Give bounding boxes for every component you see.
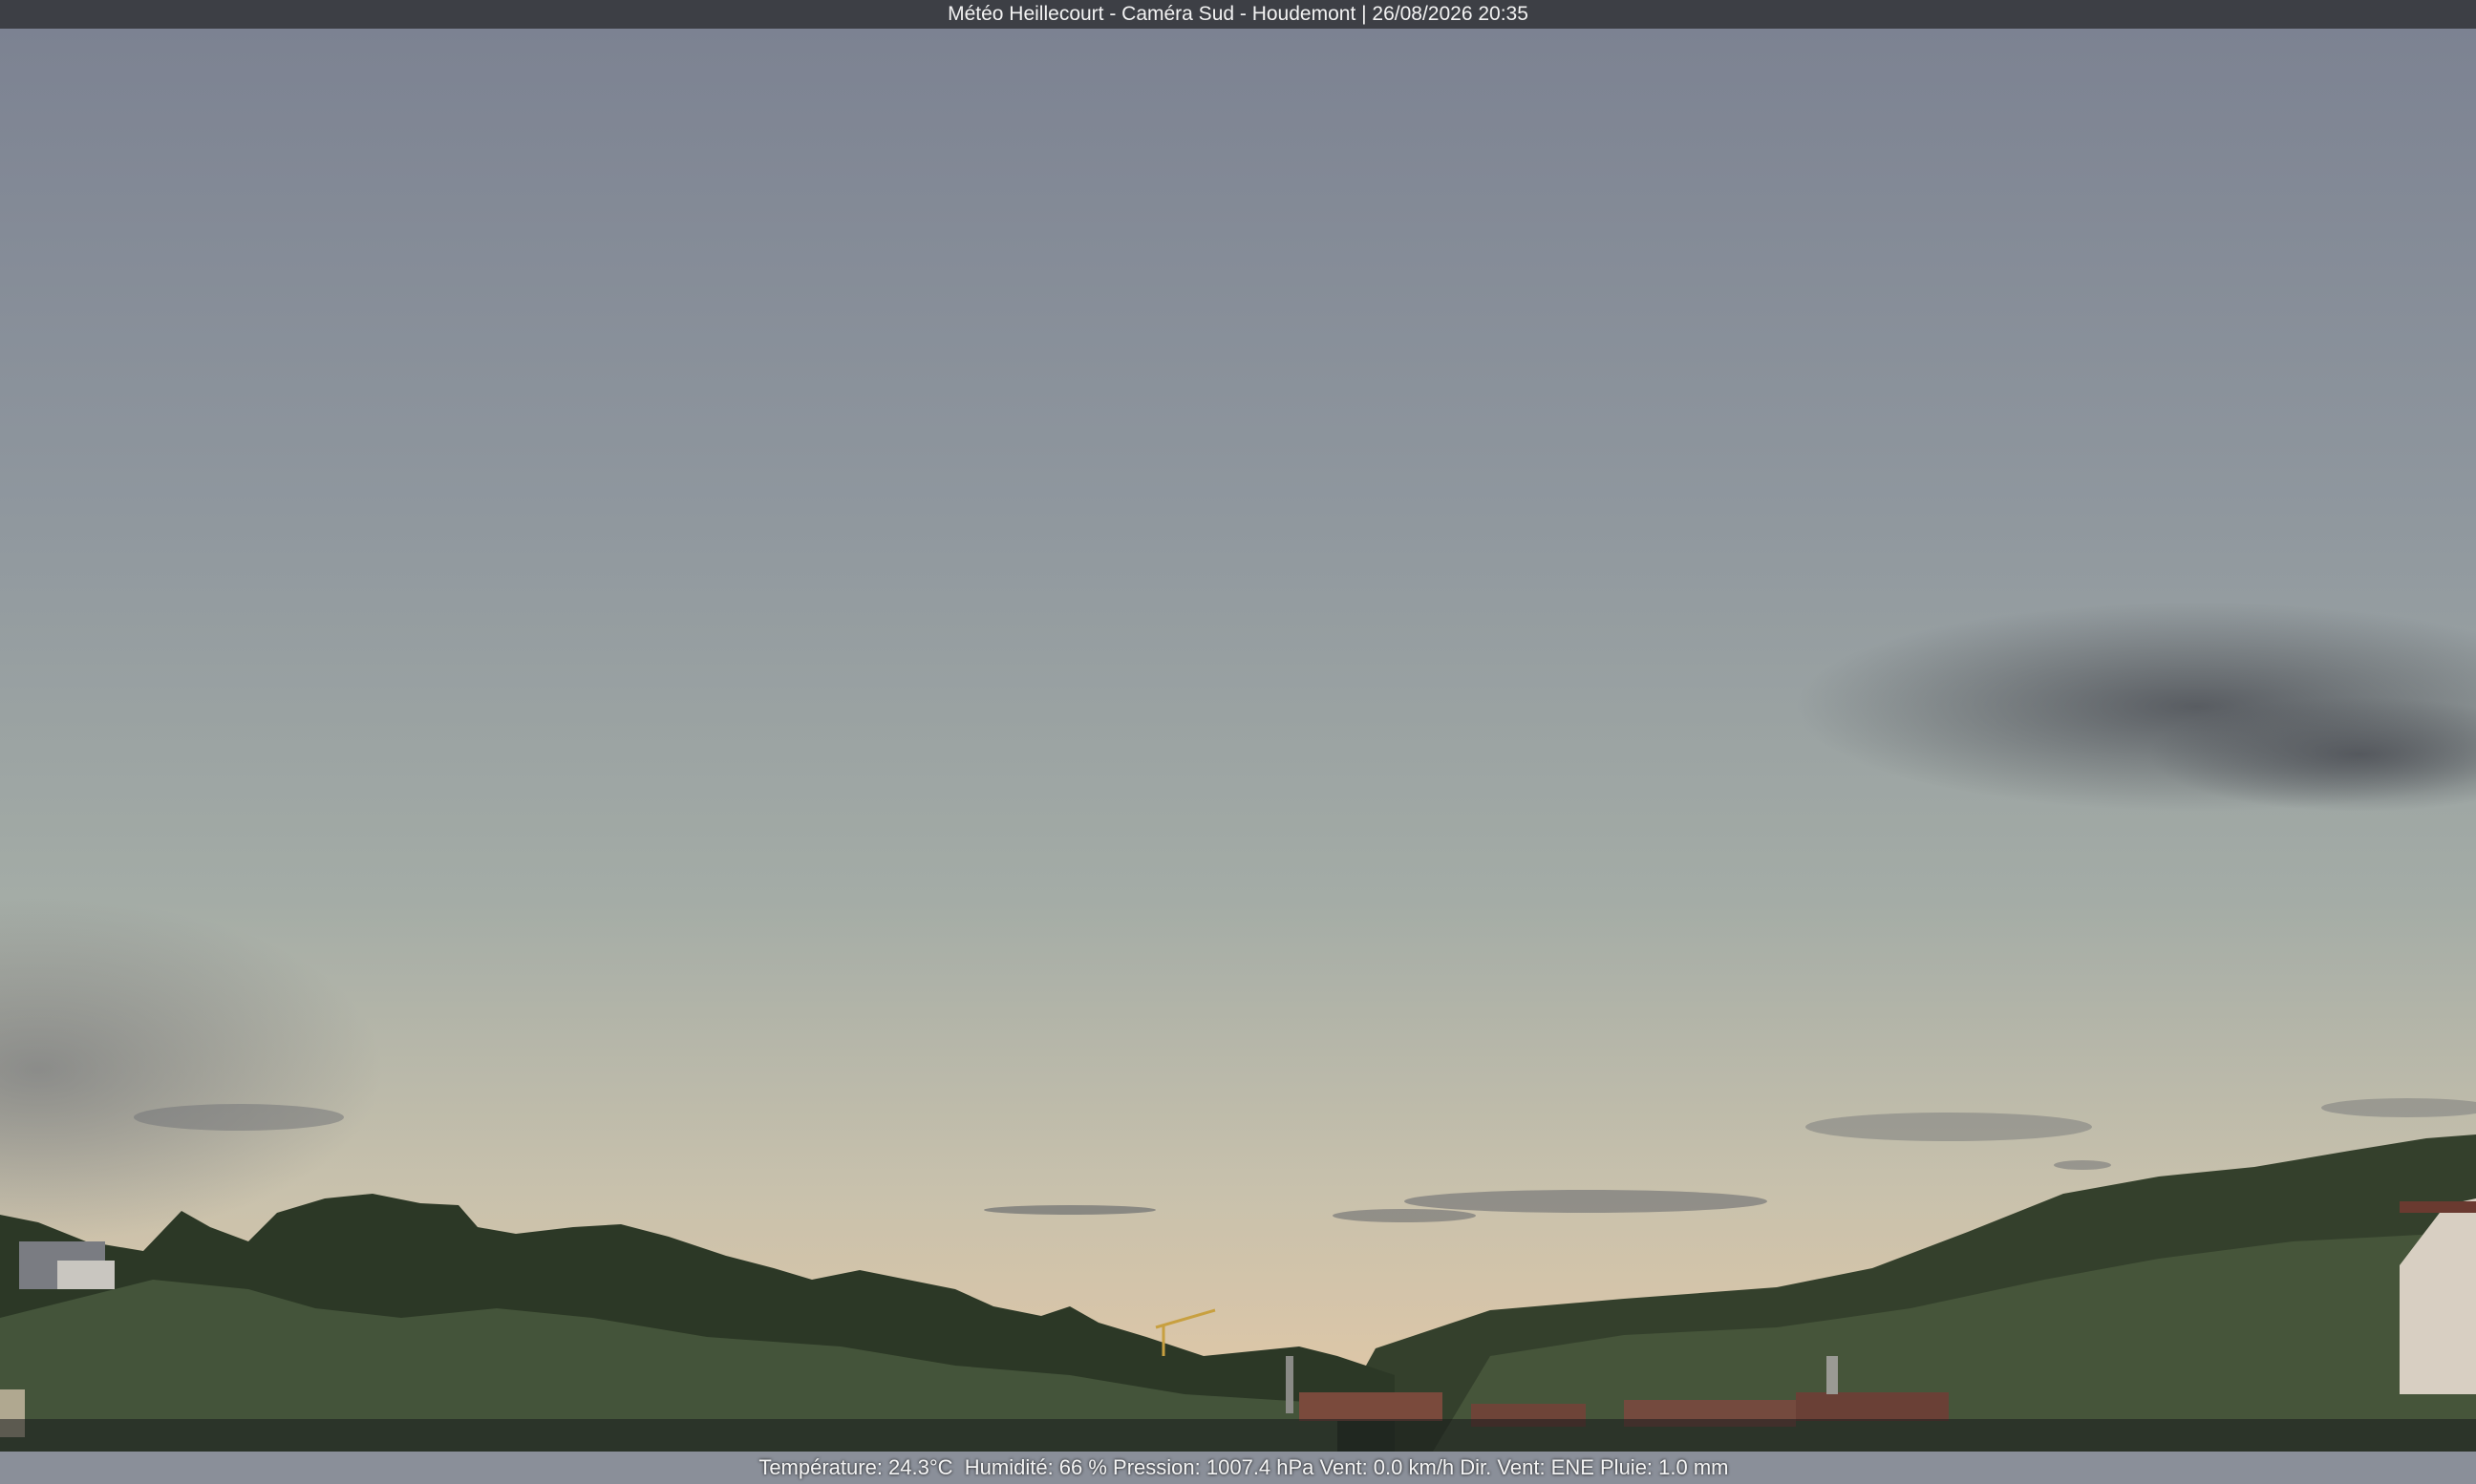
rooftop: [1796, 1392, 1949, 1421]
camera-title-bar: Météo Heillecourt - Caméra Sud - Houdemo…: [0, 0, 2476, 29]
weather-readout: Température: 24.3°C Humidité: 66 % Press…: [758, 1455, 1729, 1479]
thin-cloud: [2054, 1160, 2111, 1170]
camera-title: Météo Heillecourt - Caméra Sud - Houdemo…: [948, 3, 1528, 25]
rooftop: [1299, 1392, 1442, 1421]
church-tower: [1286, 1356, 1293, 1413]
thin-cloud: [1404, 1190, 1767, 1213]
weather-info-bar: Température: 24.3°C Humidité: 66 % Press…: [0, 1419, 2476, 1479]
thin-cloud: [1333, 1209, 1476, 1222]
thin-cloud: [1805, 1113, 2092, 1141]
webcam-image: [0, 0, 2476, 1452]
building-left: [57, 1261, 115, 1289]
church-tower: [1826, 1356, 1838, 1394]
thin-cloud: [134, 1104, 344, 1131]
house-roof: [2400, 1201, 2476, 1213]
thin-cloud: [984, 1205, 1156, 1215]
